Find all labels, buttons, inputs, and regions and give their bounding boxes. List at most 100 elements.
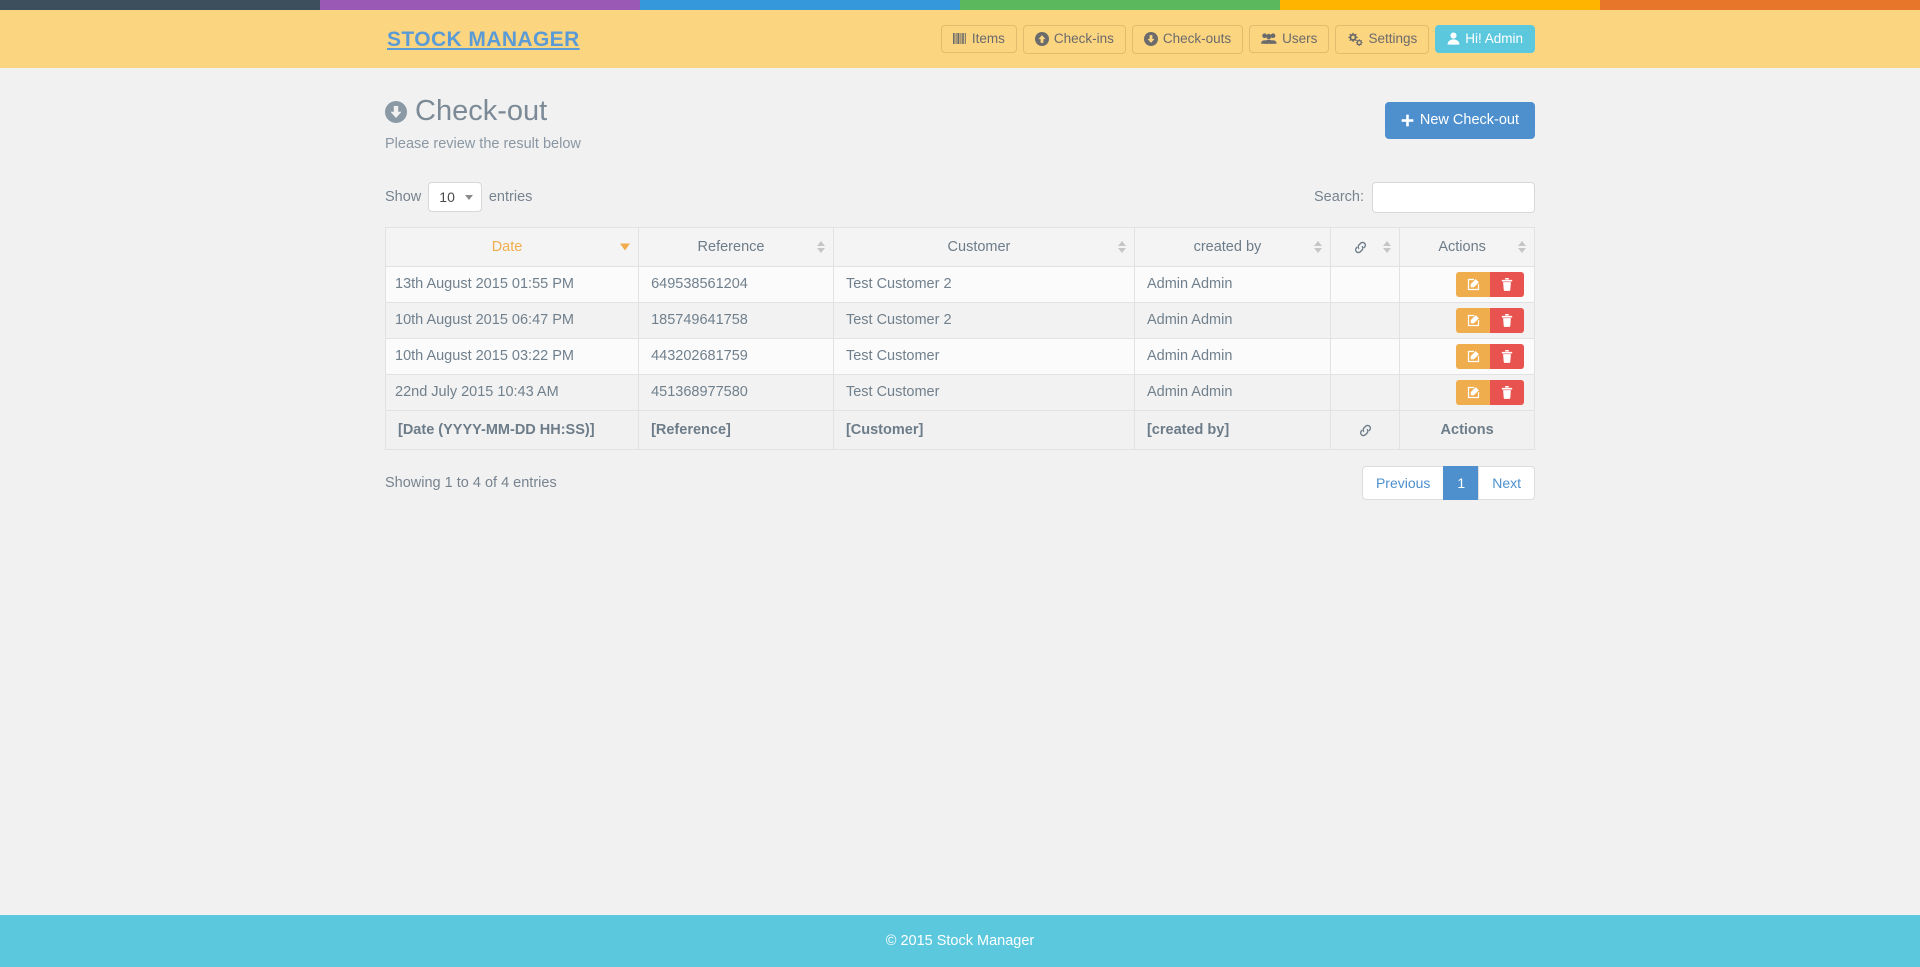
plus-icon: [1401, 114, 1414, 127]
column-reference[interactable]: Reference: [638, 226, 834, 267]
cell-date: 13th August 2015 01:55 PM: [384, 265, 640, 303]
user-menu-label: Hi! Admin: [1465, 30, 1523, 46]
chevron-down-icon: [464, 195, 473, 201]
column-actions[interactable]: Actions: [1399, 226, 1535, 267]
trash-icon: [1501, 313, 1513, 327]
main-content: Check-out Please review the result below…: [384, 68, 1535, 501]
cell-link: [1329, 337, 1401, 375]
footer-cell-reference: [Reference]: [638, 409, 834, 450]
cell-date: 10th August 2015 06:47 PM: [384, 301, 640, 339]
show-label: Show: [385, 189, 422, 206]
pagination: Previous 1 Next: [1361, 465, 1535, 501]
cell-actions: [1399, 301, 1535, 339]
pagination-next[interactable]: Next: [1478, 465, 1535, 501]
cell-created-by: Admin Admin: [1133, 337, 1331, 375]
cell-link: [1329, 301, 1401, 339]
new-check-out-label: New Check-out: [1419, 112, 1519, 128]
footer-cell-customer: [Customer]: [832, 409, 1135, 450]
delete-button[interactable]: [1490, 271, 1524, 297]
cell-link: [1329, 373, 1401, 411]
edit-button[interactable]: [1456, 271, 1490, 297]
table-footer-row: [Date (YYYY-MM-DD HH:SS)] [Reference] [C…: [384, 409, 1535, 450]
table-row[interactable]: 13th August 2015 01:55 PM 649538561204 T…: [384, 265, 1535, 303]
pagination-page-1[interactable]: 1: [1443, 465, 1480, 501]
cell-date: 10th August 2015 03:22 PM: [384, 337, 640, 375]
table-row[interactable]: 10th August 2015 03:22 PM 443202681759 T…: [384, 337, 1535, 375]
arrow-circle-down-icon: [385, 100, 407, 123]
column-reference-label: Reference: [697, 238, 765, 255]
brand-logo[interactable]: Stock Manager: [385, 29, 580, 50]
cell-customer: Test Customer: [832, 373, 1135, 411]
pencil-square-icon: [1467, 350, 1480, 363]
column-link[interactable]: [1329, 226, 1401, 267]
cell-actions: [1399, 265, 1535, 303]
column-customer[interactable]: Customer: [832, 226, 1135, 267]
footer-cell-actions: Actions: [1399, 409, 1535, 450]
edit-button[interactable]: [1456, 343, 1490, 369]
cogs-icon: [1347, 32, 1364, 46]
user-menu-button[interactable]: Hi! Admin: [1435, 24, 1535, 54]
page-subtitle: Please review the result below: [385, 135, 581, 152]
nav-users-label: Users: [1282, 30, 1318, 46]
arrow-circle-up-icon: [1034, 31, 1049, 46]
entries-length-value: 10: [439, 189, 455, 206]
datatable-bottom: Showing 1 to 4 of 4 entries Previous 1 N…: [385, 465, 1535, 501]
footer-cell-date: [Date (YYYY-MM-DD HH:SS)]: [384, 409, 640, 450]
nav-check-ins[interactable]: Check-ins: [1022, 24, 1126, 54]
datatable-controls: Show 10 entries Search:: [385, 181, 1535, 213]
cell-customer: Test Customer 2: [832, 301, 1135, 339]
barcode-icon: [952, 32, 967, 45]
site-header: Stock Manager Items: [0, 10, 1920, 68]
nav-check-ins-label: Check-ins: [1053, 30, 1114, 46]
strip-segment-2: [320, 0, 640, 10]
cell-actions: [1399, 373, 1535, 411]
nav-check-outs[interactable]: Check-outs: [1131, 24, 1244, 54]
cell-reference: 443202681759: [638, 337, 834, 375]
site-footer: © 2015 Stock Manager: [0, 915, 1920, 967]
entries-length-select[interactable]: 10: [428, 182, 482, 213]
search-input[interactable]: [1372, 181, 1535, 213]
delete-button[interactable]: [1490, 307, 1524, 333]
sort-indicator-actions: [1518, 240, 1526, 253]
trash-icon: [1501, 349, 1513, 363]
main-navigation: Items Check-ins Check-outs Users Setting…: [940, 24, 1535, 54]
table-row[interactable]: 22nd July 2015 10:43 AM 451368977580 Tes…: [384, 373, 1535, 411]
trash-icon: [1501, 385, 1513, 399]
cell-created-by: Admin Admin: [1133, 373, 1331, 411]
row-action-group: [1456, 379, 1524, 405]
row-action-group: [1456, 343, 1524, 369]
page-header: Check-out Please review the result below…: [385, 95, 1535, 152]
pencil-square-icon: [1467, 278, 1480, 291]
page-title-text: Check-out: [415, 95, 548, 127]
strip-segment-6: [1600, 0, 1920, 10]
nav-items-label: Items: [971, 30, 1005, 46]
datatable-info: Showing 1 to 4 of 4 entries: [385, 474, 557, 491]
column-created-by[interactable]: created by: [1133, 226, 1331, 267]
pagination-previous[interactable]: Previous: [1361, 465, 1445, 501]
link-icon: [1353, 241, 1368, 254]
check-outs-table: Date Reference Customer created by Actio…: [384, 226, 1535, 450]
cell-reference: 185749641758: [638, 301, 834, 339]
table-row[interactable]: 10th August 2015 06:47 PM 185749641758 T…: [384, 301, 1535, 339]
delete-button[interactable]: [1490, 343, 1524, 369]
row-action-group: [1456, 271, 1524, 297]
entries-label: entries: [488, 189, 533, 206]
sort-indicator-customer: [1117, 240, 1126, 253]
users-icon: [1261, 32, 1277, 45]
delete-button[interactable]: [1490, 379, 1524, 405]
nav-users[interactable]: Users: [1249, 24, 1330, 54]
pencil-square-icon: [1467, 314, 1480, 327]
sort-indicator-reference: [816, 240, 825, 253]
entries-length-control: Show 10 entries: [385, 182, 533, 213]
nav-items[interactable]: Items: [940, 24, 1017, 54]
edit-button[interactable]: [1456, 379, 1490, 405]
footer-cell-created-by: [created by]: [1133, 409, 1331, 450]
nav-settings[interactable]: Settings: [1335, 24, 1430, 54]
top-color-strip: [0, 0, 1920, 10]
edit-button[interactable]: [1456, 307, 1490, 333]
new-check-out-button[interactable]: New Check-out: [1384, 102, 1535, 139]
column-date[interactable]: Date: [384, 226, 640, 267]
strip-segment-4: [960, 0, 1280, 10]
table-body: 13th August 2015 01:55 PM 649538561204 T…: [384, 265, 1535, 411]
cell-link: [1329, 265, 1401, 303]
